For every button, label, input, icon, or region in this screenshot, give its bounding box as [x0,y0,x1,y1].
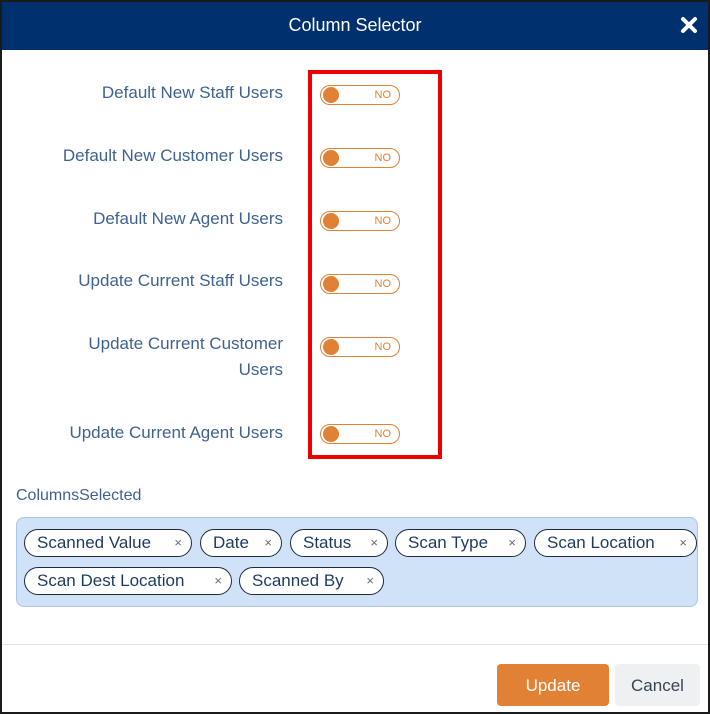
dialog-title: Column Selector [288,15,422,35]
toggle-update-current-staff[interactable]: NO [320,274,400,294]
footer-divider [2,644,708,645]
toggle-state: NO [374,278,392,290]
toggle-update-current-agent[interactable]: NO [320,424,400,444]
remove-icon[interactable]: × [174,530,182,556]
toggle-state: NO [374,89,392,101]
toggle-state: NO [374,428,392,440]
chip-scan-type: Scan Type × [395,529,526,557]
remove-icon[interactable]: × [370,530,378,556]
update-button[interactable]: Update [497,664,609,706]
toggle-update-current-customer[interactable]: NO [320,337,400,357]
column-selector-dialog: Column Selector Default New Staff Users … [0,0,710,714]
toggle-label-line1: Update Current Customer [88,334,283,353]
toggle-knob [323,87,339,103]
cancel-button[interactable]: Cancel [615,664,700,706]
toggle-default-new-customer[interactable]: NO [320,148,400,168]
chip-label: Scan Type [408,533,489,552]
toggle-knob [323,426,339,442]
dialog-header: Column Selector [2,2,708,50]
toggle-label-line2: Users [238,360,283,379]
toggle-label: Update Current Staff Users [78,271,283,290]
toggle-knob [323,276,339,292]
chip-scan-dest-location: Scan Dest Location × [24,567,232,595]
toggle-label: Default New Customer Users [62,146,283,165]
remove-icon[interactable]: × [679,530,687,556]
chip-label: Scanned By [252,571,344,590]
remove-icon[interactable]: × [214,568,222,594]
remove-icon[interactable]: × [366,568,374,594]
remove-icon[interactable]: × [264,530,272,556]
chip-label: Scanned Value [37,533,152,552]
remove-icon[interactable]: × [508,530,516,556]
toggle-label: Default New Staff Users [101,83,283,102]
chip-date: Date × [200,529,282,557]
chip-scanned-value: Scanned Value × [24,529,192,557]
highlight-box [308,70,442,459]
toggle-state: NO [374,152,392,164]
chip-label: Scan Location [547,533,655,552]
toggle-knob [323,213,339,229]
chip-scan-location: Scan Location × [534,529,697,557]
chip-label: Status [303,533,352,552]
chip-label: Scan Dest Location [37,571,185,590]
chip-label: Date [213,533,249,552]
toggle-default-new-agent[interactable]: NO [320,211,400,231]
toggle-label: Default New Agent Users [93,209,283,228]
toggle-knob [323,339,339,355]
toggle-label: Update Current Agent Users [69,423,283,442]
close-icon[interactable] [678,14,700,36]
toggle-knob [323,150,339,166]
columns-selected-field[interactable]: Scanned Value × Date × Status × Scan Typ… [16,517,698,607]
chip-status: Status × [290,529,388,557]
toggle-state: NO [374,215,392,227]
toggle-state: NO [374,341,392,353]
chip-scanned-by: Scanned By × [239,567,384,595]
columns-selected-label: ColumnsSelected [16,487,142,504]
toggle-default-new-staff[interactable]: NO [320,85,400,105]
